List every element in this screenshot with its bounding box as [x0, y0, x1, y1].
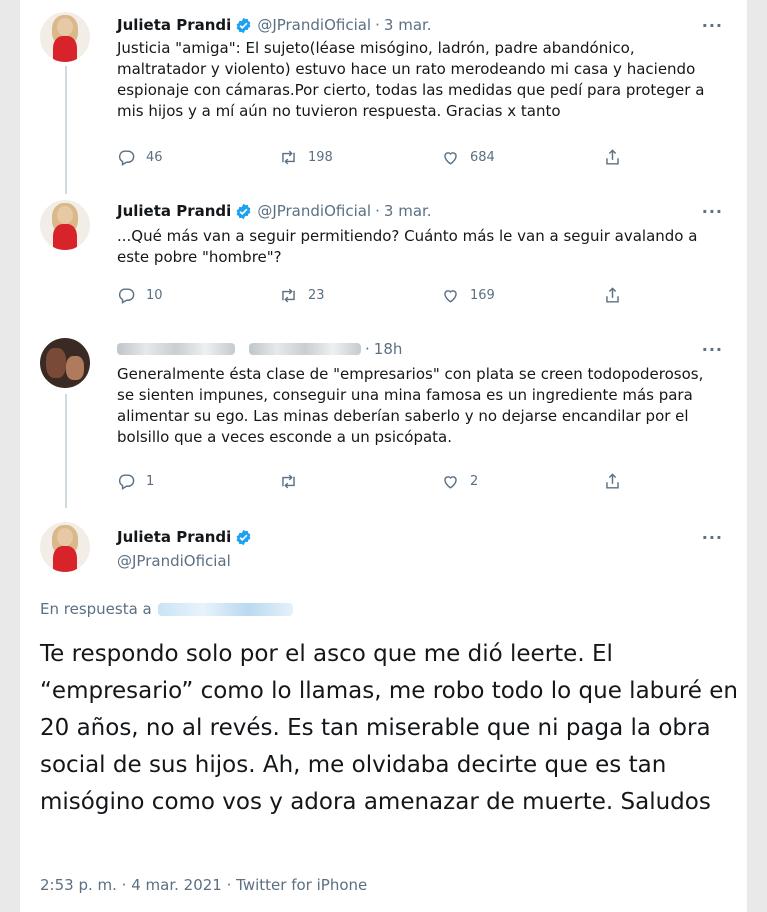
tweet-2[interactable]: Julieta Prandi @JPrandiOficial · 3 mar. … [20, 186, 747, 322]
retweet-button[interactable]: 23 [279, 286, 325, 305]
more-icon[interactable]: ··· [702, 202, 723, 221]
tweet-header: Julieta Prandi @JPrandiOficial · 3 mar. [117, 14, 432, 36]
blurred-author-name [117, 343, 235, 355]
tweet-meta: 2:53 p. m. · 4 mar. 2021 · Twitter for i… [40, 876, 367, 894]
share-button[interactable] [603, 286, 622, 305]
verified-icon [236, 529, 251, 545]
more-icon[interactable]: ··· [702, 340, 723, 359]
tweet-3[interactable]: · 18h ··· Generalmente ésta clase de "em… [20, 322, 747, 512]
tweet-actions: 10 23 169 [117, 286, 657, 306]
reply-button[interactable]: 1 [117, 472, 154, 491]
main-tweet-text: Te respondo solo por el asco que me dió … [40, 641, 738, 815]
avatar[interactable] [40, 12, 90, 62]
tweet-text: Generalmente ésta clase de "empresarios"… [117, 365, 704, 446]
tweet-actions: 46 198 684 [117, 148, 657, 168]
tweet-text: Justicia "amiga": El sujeto(léase misógi… [117, 39, 705, 120]
blurred-reply-handle[interactable] [157, 602, 293, 616]
like-button[interactable]: 684 [441, 148, 495, 167]
like-icon [444, 152, 457, 165]
retweet-count: 198 [308, 150, 333, 165]
avatar[interactable] [40, 338, 90, 388]
author-name[interactable]: Julieta Prandi [117, 528, 231, 546]
tweet-text: ...Qué más van a seguir permitiendo? Cuá… [117, 227, 698, 266]
share-icon [606, 287, 619, 303]
tweet-actions: 1 2 [117, 472, 657, 492]
separator-dot: · [226, 876, 237, 894]
retweet-icon [282, 288, 295, 303]
tweet-1[interactable]: Julieta Prandi @JPrandiOficial · 3 mar. … [20, 0, 747, 194]
like-count: 2 [470, 474, 479, 489]
blurred-author-handle [249, 343, 361, 355]
reply-to-line: En respuesta a [40, 600, 293, 618]
verified-icon [236, 17, 251, 33]
tweet-time[interactable]: 2:53 p. m. [40, 876, 117, 894]
share-button[interactable] [603, 472, 622, 491]
tweet-date[interactable]: 18h [374, 340, 403, 358]
like-icon [444, 476, 457, 489]
retweet-icon [282, 150, 295, 165]
more-icon[interactable]: ··· [702, 16, 723, 35]
separator-dot: · [375, 202, 380, 220]
reply-icon [118, 150, 135, 166]
reply-prefix: En respuesta a [40, 600, 152, 618]
author-handle[interactable]: @JPrandiOficial [257, 202, 371, 220]
reply-count: 46 [146, 150, 163, 165]
author-name[interactable]: Julieta Prandi [117, 16, 231, 34]
more-icon[interactable]: ··· [702, 528, 723, 547]
thread-line [65, 394, 67, 508]
main-tweet-header: Julieta Prandi [117, 526, 257, 548]
retweet-icon [282, 474, 295, 489]
verified-icon [236, 203, 251, 219]
tweet-header: Julieta Prandi @JPrandiOficial · 3 mar. [117, 200, 432, 222]
author-handle[interactable]: @JPrandiOficial [257, 16, 371, 34]
retweet-button[interactable] [279, 472, 308, 491]
separator-dot: · [375, 16, 380, 34]
like-count: 684 [470, 150, 495, 165]
tweet-source[interactable]: Twitter for iPhone [236, 876, 367, 894]
reply-button[interactable]: 10 [117, 286, 163, 305]
like-count: 169 [470, 288, 495, 303]
retweet-button[interactable]: 198 [279, 148, 333, 167]
tweet-full-date[interactable]: 4 mar. 2021 [131, 876, 222, 894]
author-handle[interactable]: @JPrandiOficial [117, 552, 231, 570]
tweet-header: · 18h [117, 338, 402, 360]
like-icon [444, 290, 457, 303]
thread-line [65, 66, 67, 194]
share-icon [606, 473, 619, 489]
avatar[interactable] [40, 200, 90, 250]
tweet-date[interactable]: 3 mar. [384, 16, 432, 34]
separator-dot: · [121, 876, 132, 894]
avatar[interactable] [40, 522, 90, 572]
tweet-thread-panel: Julieta Prandi @JPrandiOficial · 3 mar. … [20, 0, 747, 912]
tweet-date[interactable]: 3 mar. [384, 202, 432, 220]
share-icon [606, 149, 619, 165]
like-button[interactable]: 2 [441, 472, 478, 491]
like-button[interactable]: 169 [441, 286, 495, 305]
share-button[interactable] [603, 148, 622, 167]
author-name[interactable]: Julieta Prandi [117, 202, 231, 220]
reply-button[interactable]: 46 [117, 148, 163, 167]
reply-icon [118, 288, 135, 304]
retweet-count: 23 [308, 288, 325, 303]
reply-icon [118, 474, 135, 490]
reply-count: 10 [146, 288, 163, 303]
separator-dot: · [365, 340, 370, 358]
reply-count: 1 [146, 474, 155, 489]
